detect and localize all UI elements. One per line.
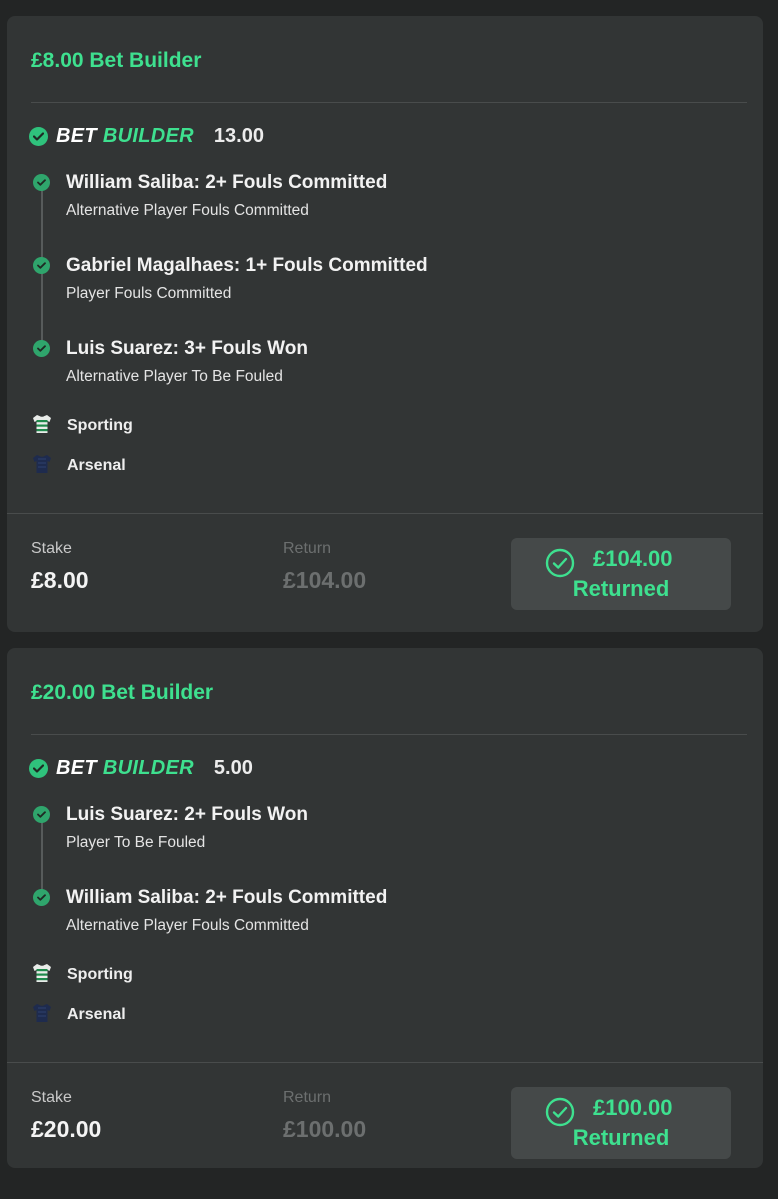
bet-builder-logo-word1: BET: [56, 756, 97, 779]
bet-leg: William Saliba: 2+ Fouls Committed Alter…: [31, 887, 731, 939]
bet-builder-logo-word2: BUILDER: [102, 756, 194, 779]
team-name: Arsenal: [67, 457, 126, 474]
team-row-home: Sporting: [31, 414, 133, 438]
bet-title: £8.00 Bet Builder: [31, 49, 202, 72]
returned-status-button[interactable]: £100.00 Returned: [511, 1087, 731, 1159]
divider: [31, 734, 747, 735]
bet-leg: Luis Suarez: 3+ Fouls Won Alternative Pl…: [31, 338, 731, 390]
team-row-away: Arsenal: [31, 1003, 126, 1027]
returned-amount: £100.00: [593, 1095, 673, 1120]
leg-subtitle: Alternative Player To Be Fouled: [66, 368, 283, 385]
return-label: Return: [283, 540, 332, 557]
returned-label: Returned: [572, 576, 670, 601]
stake-label: Stake: [31, 540, 72, 557]
return-value: £104.00: [283, 567, 367, 593]
bet-card[interactable]: £8.00 Bet Builder BET BUILDER 13.00 Will…: [7, 16, 763, 632]
team-name: Sporting: [67, 966, 133, 983]
bet-title: £20.00 Bet Builder: [31, 681, 214, 704]
stake-value: £20.00: [31, 1116, 102, 1142]
team-row-home: Sporting: [31, 963, 133, 987]
check-circle-icon: [29, 126, 48, 146]
stake-value: £8.00: [31, 567, 89, 593]
bet-leg: Gabriel Magalhaes: 1+ Fouls Committed Pl…: [31, 255, 731, 307]
striped-shirt-icon: [31, 962, 53, 989]
returned-amount: £104.00: [593, 546, 673, 571]
navy-shirt-icon: [31, 453, 53, 480]
divider: [7, 1062, 763, 1063]
leg-title: William Saliba: 2+ Fouls Committed: [66, 887, 388, 908]
stake-label: Stake: [31, 1089, 72, 1106]
leg-title: Luis Suarez: 2+ Fouls Won: [66, 804, 308, 825]
leg-title: Luis Suarez: 3+ Fouls Won: [66, 338, 308, 359]
returned-label: Returned: [572, 1125, 670, 1150]
leg-subtitle: Player Fouls Committed: [66, 285, 232, 302]
bet-builder-header: BET BUILDER 13.00: [29, 124, 264, 148]
check-circle-icon: [33, 806, 50, 823]
leg-title: William Saliba: 2+ Fouls Committed: [66, 172, 388, 193]
bet-odds: 5.00: [213, 756, 253, 779]
check-circle-icon: [33, 257, 50, 274]
check-circle-icon: [29, 758, 48, 778]
bet-builder-logo-word2: BUILDER: [102, 124, 194, 147]
check-circle-icon: [33, 340, 50, 357]
bet-builder-logo-word1: BET: [56, 124, 97, 147]
return-value: £100.00: [283, 1116, 367, 1142]
navy-shirt-icon: [31, 1002, 53, 1029]
team-row-away: Arsenal: [31, 454, 126, 478]
team-name: Sporting: [67, 417, 133, 434]
striped-shirt-icon: [31, 413, 53, 440]
bet-card[interactable]: £20.00 Bet Builder BET BUILDER 5.00 Luis…: [7, 648, 763, 1168]
bet-leg: Luis Suarez: 2+ Fouls Won Player To Be F…: [31, 804, 731, 856]
check-circle-icon: [33, 889, 50, 906]
leg-subtitle: Player To Be Fouled: [66, 834, 206, 851]
leg-title: Gabriel Magalhaes: 1+ Fouls Committed: [66, 255, 428, 276]
divider: [31, 102, 747, 103]
bet-builder-header: BET BUILDER 5.00: [29, 756, 253, 780]
return-label: Return: [283, 1089, 332, 1106]
team-name: Arsenal: [67, 1006, 126, 1023]
returned-status-button[interactable]: £104.00 Returned: [511, 538, 731, 610]
leg-subtitle: Alternative Player Fouls Committed: [66, 202, 309, 219]
leg-subtitle: Alternative Player Fouls Committed: [66, 917, 309, 934]
divider: [7, 513, 763, 514]
check-circle-icon: [33, 174, 50, 191]
bet-odds: 13.00: [213, 124, 264, 147]
bet-leg: William Saliba: 2+ Fouls Committed Alter…: [31, 172, 731, 224]
